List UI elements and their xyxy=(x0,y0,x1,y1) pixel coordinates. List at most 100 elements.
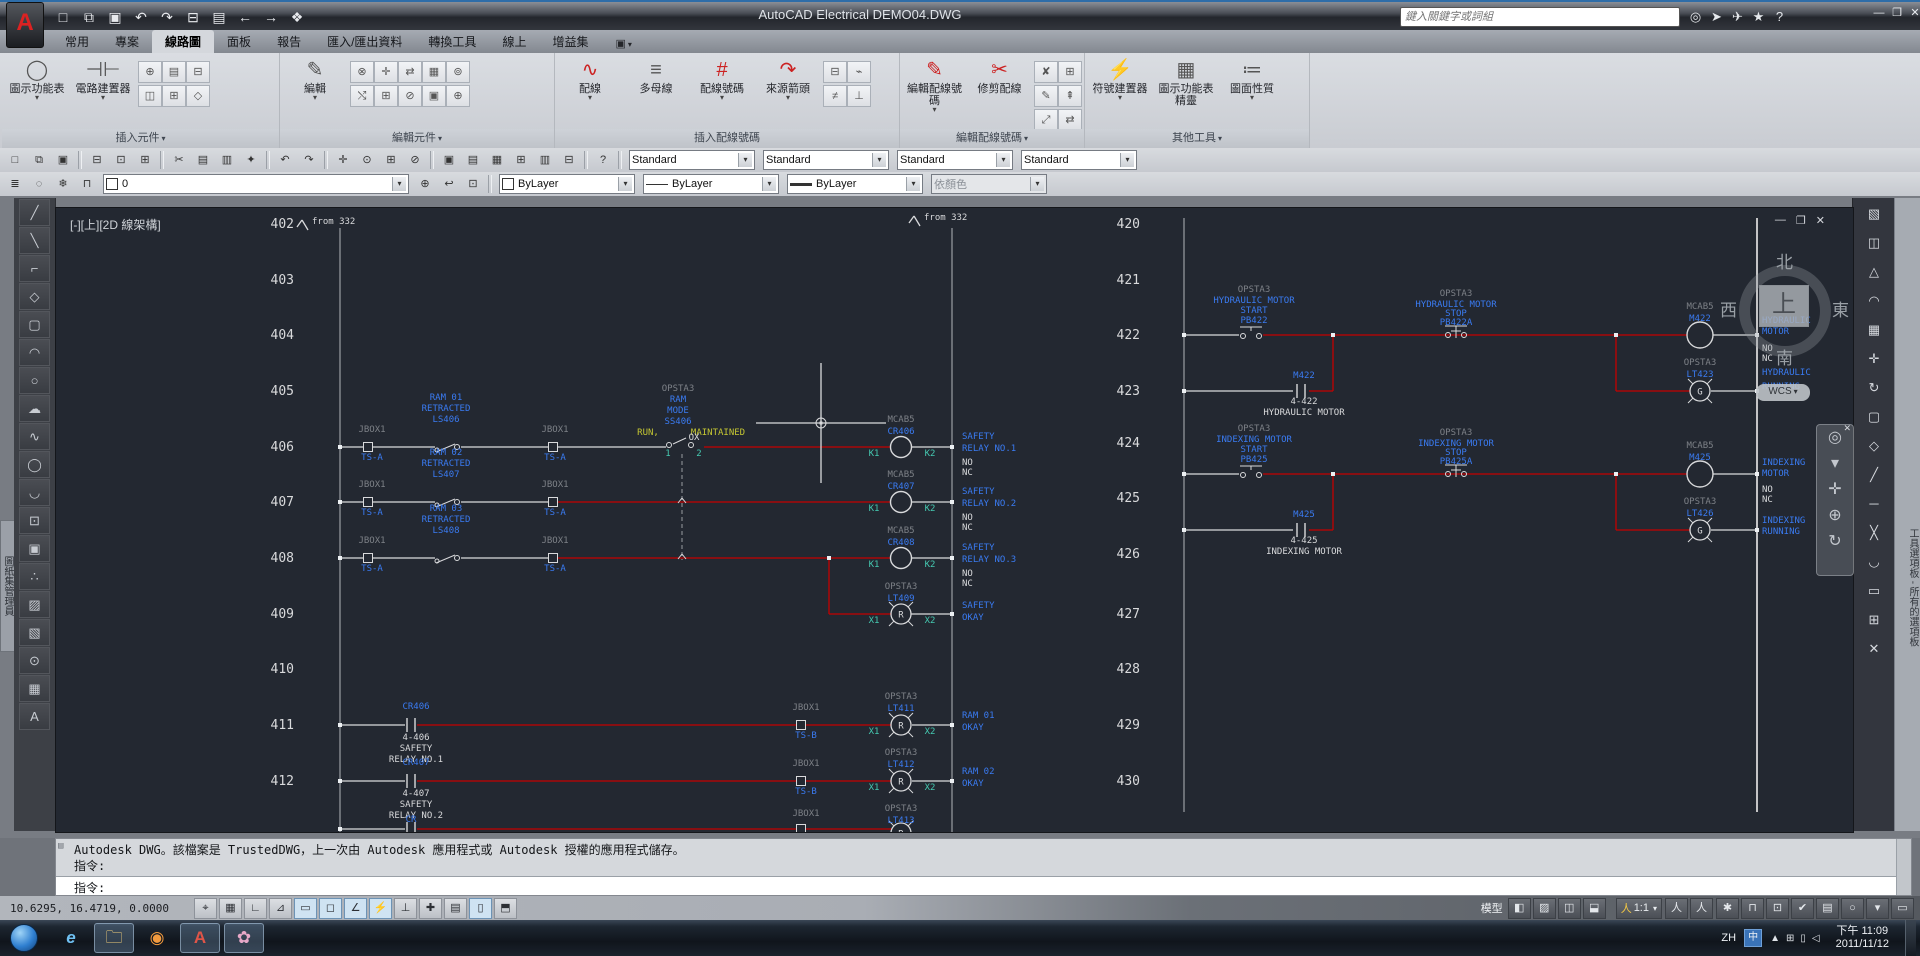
taskbar-media-player-icon[interactable]: ◉ xyxy=(138,924,176,952)
help-icon[interactable]: ? xyxy=(1770,9,1789,25)
layout1-icon[interactable]: ▨ xyxy=(1533,898,1556,919)
clean-screen-icon[interactable]: ▭ xyxy=(1891,898,1914,919)
pline-icon[interactable]: ⌐ xyxy=(19,255,50,282)
command-grip-icon[interactable]: ▤ xyxy=(58,841,63,851)
layer-states-icon[interactable]: ⊡ xyxy=(462,174,484,194)
exchange-apps-icon[interactable]: ✈ xyxy=(1728,9,1747,25)
break-icon[interactable]: ╳ xyxy=(1859,519,1889,546)
lwt-toggle[interactable]: ✚ xyxy=(419,898,442,919)
redo-icon[interactable]: ↷ xyxy=(298,150,320,170)
freeze-icon[interactable]: ❄ xyxy=(52,174,74,194)
tab-home[interactable]: 常用 xyxy=(52,30,102,53)
ladder-add-icon[interactable]: ⊞ xyxy=(1058,61,1082,83)
symbol-builder-button[interactable]: ⚡符號建置器 xyxy=(1089,57,1151,101)
source-arrow-button[interactable]: ↷來源箭頭 xyxy=(757,57,819,101)
region-icon[interactable]: ⊙ xyxy=(19,647,50,674)
copy-icon[interactable]: ◫ xyxy=(1859,229,1889,256)
dwg-restore-icon[interactable]: ❐ xyxy=(1796,214,1806,227)
bulb-status-icon[interactable]: ○ xyxy=(1841,898,1864,919)
join-icon[interactable]: ◡ xyxy=(1859,548,1889,575)
perf-icon[interactable]: ▤ xyxy=(1816,898,1839,919)
save-icon[interactable]: ▣ xyxy=(52,150,74,170)
viewcube-wcs-menu[interactable]: WCS xyxy=(1756,384,1810,401)
edit-component-button[interactable]: ✎編輯 xyxy=(284,57,346,101)
ortho-toggle[interactable]: ∟ xyxy=(244,898,267,919)
viewport-controls[interactable]: [-][上][2D 線架構] xyxy=(70,216,161,233)
start-button[interactable] xyxy=(10,924,38,952)
markup-icon[interactable]: ▥ xyxy=(534,150,556,170)
toolbar-lock-icon[interactable]: ⊓ xyxy=(1741,898,1764,919)
drawing-properties-button[interactable]: ≔圖面性質 xyxy=(1221,57,1283,101)
viewcube-south-label[interactable]: 南 xyxy=(1776,344,1793,369)
circuit-clipboard-icon[interactable]: ⊕ xyxy=(446,85,470,107)
drawing-canvas[interactable]: [-][上][2D 線架構] —❐✕ RRRRGG402403404405406… xyxy=(55,207,1854,833)
tab-import-export[interactable]: 匯入/匯出資料 xyxy=(314,30,415,53)
wire-type-icon[interactable]: ⊥ xyxy=(847,85,871,107)
move-component-icon[interactable]: ✛ xyxy=(374,61,398,83)
sign-in-icon[interactable]: ➤ xyxy=(1707,9,1726,25)
language-indicator[interactable]: ZH xyxy=(1721,932,1736,944)
make-block-icon[interactable]: ▣ xyxy=(19,535,50,562)
polar-toggle[interactable]: ⊿ xyxy=(269,898,292,919)
zoom-icon[interactable]: ⊕ xyxy=(1817,503,1853,529)
point-icon[interactable]: ∴ xyxy=(19,563,50,590)
extend-icon[interactable]: ─ xyxy=(1859,490,1889,517)
swap-wirenum-icon[interactable]: ⇄ xyxy=(1058,109,1082,131)
show-desktop-button[interactable] xyxy=(1905,920,1916,956)
model-tab-icon[interactable]: ◧ xyxy=(1508,898,1531,919)
favorites-icon[interactable]: ★ xyxy=(1749,9,1768,25)
copy-component-icon[interactable]: ▦ xyxy=(422,61,446,83)
ribbon-minimize-icon[interactable]: ▣ xyxy=(615,37,631,53)
navbar-menu-icon[interactable]: ▾ xyxy=(1817,451,1853,477)
snap-toggle[interactable]: ⌖ xyxy=(194,898,217,919)
application-menu-button[interactable]: A xyxy=(6,2,44,48)
rotate-icon[interactable]: ↻ xyxy=(1859,374,1889,401)
viewcube-north-label[interactable]: 北 xyxy=(1776,248,1793,273)
align-icon[interactable]: ⊚ xyxy=(446,61,470,83)
arc-icon[interactable]: ◠ xyxy=(19,339,50,366)
layer-combo[interactable]: 0▾ xyxy=(103,174,409,194)
erase-icon[interactable]: ▧ xyxy=(1859,200,1889,227)
copy-icon[interactable]: ▤ xyxy=(192,150,214,170)
edit-wire-icon[interactable]: ✎ xyxy=(1034,85,1058,107)
osnap-toggle[interactable]: ▭ xyxy=(294,898,317,919)
volume-icon[interactable]: ◁ xyxy=(1812,933,1820,944)
tab-reports[interactable]: 報告 xyxy=(264,30,314,53)
sheet-icon[interactable]: ▤ xyxy=(208,6,230,28)
insert-dot-icon[interactable]: ◫ xyxy=(138,85,162,107)
cut-icon[interactable]: ✂ xyxy=(168,150,190,170)
toggle-nonc-icon[interactable]: ⊘ xyxy=(398,85,422,107)
tab-schematic[interactable]: 線路圖 xyxy=(152,30,214,53)
wire-gap-icon[interactable]: ⌁ xyxy=(847,61,871,83)
icon-menu-wizard-button[interactable]: ▦圖示功能表精靈 xyxy=(1155,57,1217,107)
panel-title-insert-wire-numbers[interactable]: 插入配線號碼 xyxy=(555,129,899,148)
orbit-icon[interactable]: ↻ xyxy=(1817,529,1853,555)
line-icon[interactable]: ╱ xyxy=(19,199,50,226)
taskbar-clock[interactable]: 下午 11:092011/11/12 xyxy=(1828,925,1897,951)
trim-icon[interactable]: ╱ xyxy=(1859,461,1889,488)
qcalc-icon[interactable]: ⊟ xyxy=(558,150,580,170)
retag-icon[interactable]: ⊞ xyxy=(374,85,398,107)
undo-icon[interactable]: ↶ xyxy=(274,150,296,170)
insert-block-icon[interactable]: ⊡ xyxy=(19,507,50,534)
dwg-close-icon[interactable]: ✕ xyxy=(1816,214,1825,227)
color-combo[interactable]: ByLayer▾ xyxy=(499,174,635,194)
undo-icon[interactable]: ↶ xyxy=(130,6,152,28)
delete-wirenum-icon[interactable]: ✘ xyxy=(1034,61,1058,83)
circle-icon[interactable]: ○ xyxy=(19,367,50,394)
designcenter-icon[interactable]: ▤ xyxy=(462,150,484,170)
matchprop-icon[interactable]: ✦ xyxy=(240,150,262,170)
stretch-wire-icon[interactable]: ⇞ xyxy=(1058,85,1082,107)
blend-icon[interactable]: ⊞ xyxy=(1859,606,1889,633)
table-icon[interactable]: ▦ xyxy=(19,675,50,702)
toolpalettes-icon[interactable]: ▦ xyxy=(486,150,508,170)
icon-menu-button[interactable]: ◯圖示功能表 xyxy=(6,57,68,101)
zoom-realtime-icon[interactable]: ⊙ xyxy=(356,150,378,170)
edit-attr-icon[interactable]: ▣ xyxy=(422,85,446,107)
taskbar-autocad-icon[interactable]: A xyxy=(180,923,220,953)
ellipse-icon[interactable]: ◯ xyxy=(19,451,50,478)
search-icon[interactable]: ◎ xyxy=(1686,9,1705,25)
status-menu-icon[interactable]: ▾ xyxy=(1866,898,1889,919)
qp-toggle[interactable]: ▯ xyxy=(469,898,492,919)
minimize-icon[interactable]: — xyxy=(1872,6,1886,20)
